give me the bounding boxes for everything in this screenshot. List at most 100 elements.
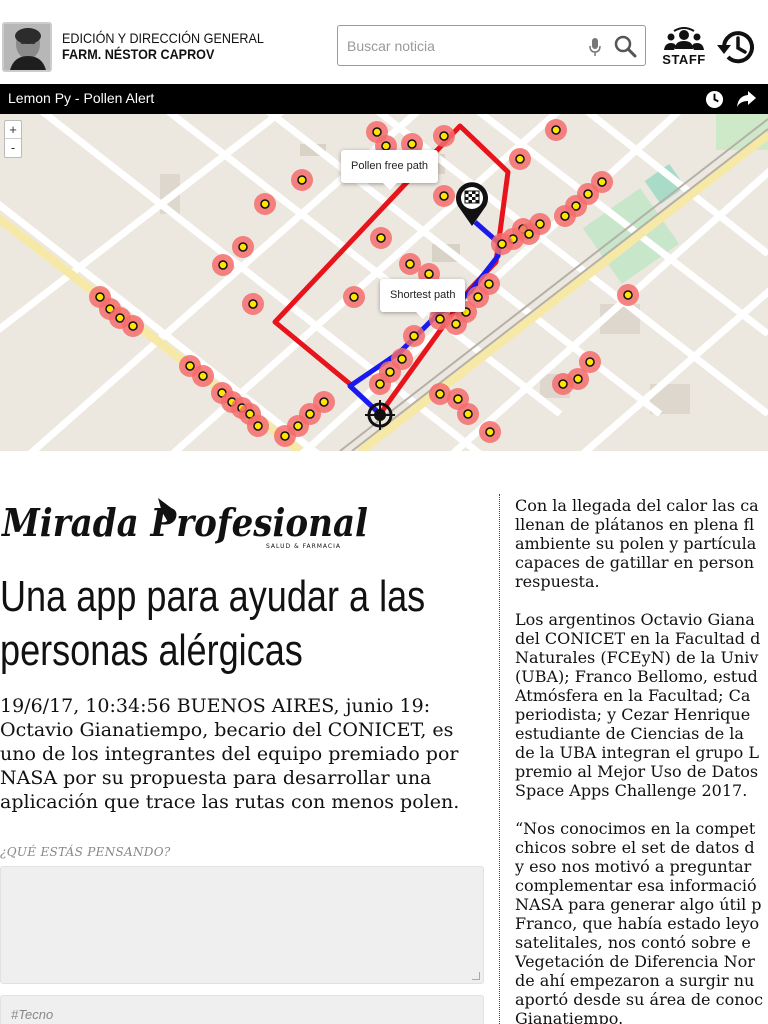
- pollen-marker-core: [305, 409, 315, 419]
- pollen-marker-core: [95, 292, 105, 302]
- article-line: Atmósfera en la Facultad; Ca: [515, 686, 751, 705]
- pollen-marker-core: [515, 154, 525, 164]
- article-body: Con la llegada del calor las ca llenan de…: [515, 496, 768, 1024]
- pollen-marker-core: [253, 421, 263, 431]
- pollen-marker-core: [128, 321, 138, 331]
- article-line: complementar esa informació: [515, 876, 757, 895]
- search-input[interactable]: [347, 35, 577, 57]
- pollen-marker-core: [409, 331, 419, 341]
- pollen-marker-core: [319, 397, 329, 407]
- share-icon[interactable]: [736, 90, 756, 108]
- pollen-marker-core: [297, 175, 307, 185]
- history-icon[interactable]: [716, 27, 758, 67]
- video-title[interactable]: Lemon Py - Pollen Alert: [8, 90, 154, 106]
- article-line: y eso nos motivó a preguntar: [515, 857, 752, 876]
- pollen-marker-core: [485, 427, 495, 437]
- headline-line-2: personas alérgicas: [0, 626, 303, 675]
- article-line: respuesta.: [515, 572, 600, 591]
- pollen-marker-core: [376, 233, 386, 243]
- article-line: Space Apps Challenge 2017.: [515, 781, 748, 800]
- watch-later-icon[interactable]: [705, 90, 724, 109]
- pollen-marker-core: [349, 292, 359, 302]
- pollen-marker-core: [381, 141, 391, 151]
- article-line: ambiente su polen y partícula: [515, 534, 757, 553]
- pollen-marker-core: [484, 279, 494, 289]
- resize-handle[interactable]: [472, 972, 480, 980]
- article-line: Naturales (FCEyN) de la Univ: [515, 648, 759, 667]
- pollen-marker-core: [439, 191, 449, 201]
- staff-icon: [664, 27, 704, 50]
- article-line: Con la llegada del calor las ca: [515, 496, 759, 515]
- article-line: satelitales, nos contó sobre e: [515, 933, 751, 952]
- tag-placeholder: #Tecno: [11, 1007, 54, 1022]
- pollen-marker-core: [497, 239, 507, 249]
- site-header: EDICIÓN Y DIRECCIÓN GENERAL FARM. NÉSTOR…: [0, 0, 768, 84]
- search-box: [337, 25, 646, 66]
- pollen-map[interactable]: + - Pollen free path Shortest path: [0, 114, 768, 451]
- comment-prompt: ¿QUÉ ESTÁS PENSANDO?: [0, 845, 171, 859]
- pollen-marker-core: [407, 139, 417, 149]
- pollen-marker-core: [280, 431, 290, 441]
- pollen-marker-core: [424, 269, 434, 279]
- article-line: Gianatiempo.: [515, 1009, 624, 1024]
- pollen-marker-core: [597, 177, 607, 187]
- article-line: de la UBA integran el grupo L: [515, 743, 760, 762]
- pollen-marker-core: [293, 421, 303, 431]
- headline-line-1: Una app para ayudar a las: [0, 572, 426, 621]
- article-line: Los argentinos Octavio Giana: [515, 610, 755, 629]
- article-line: del CONICET en la Facultad d: [515, 629, 761, 648]
- article-line: Vegetación de Diferencia Nor: [515, 952, 755, 971]
- editor-avatar: [2, 22, 52, 72]
- pollen-marker-core: [473, 292, 483, 302]
- article-line: NASA para generar algo útil p: [515, 895, 762, 914]
- article-line: llenan de plátanos en plena fl: [515, 515, 755, 534]
- pollen-marker-core: [451, 319, 461, 329]
- article-line: premio al Mejor Uso de Datos: [515, 762, 759, 781]
- video-title-bar: Lemon Py - Pollen Alert: [0, 84, 768, 114]
- pollen-marker-core: [375, 379, 385, 389]
- tag-input[interactable]: #Tecno: [0, 995, 484, 1024]
- pollen-marker-core: [385, 367, 395, 377]
- pollen-marker-core: [397, 354, 407, 364]
- article-line: (UBA); Franco Bellomo, estud: [515, 667, 758, 686]
- pollen-marker-core: [372, 127, 382, 137]
- article-line: periodista; y Cezar Henrique: [515, 705, 751, 724]
- article-headline: Una app para ayudar a las personas alérg…: [0, 570, 426, 678]
- destination-marker: [455, 182, 488, 226]
- editor-name: FARM. NÉSTOR CAPROV: [62, 46, 215, 62]
- pollen-marker-core: [558, 379, 568, 389]
- editor-credit: EDICIÓN Y DIRECCIÓN GENERAL FARM. NÉSTOR…: [62, 30, 264, 62]
- staff-button[interactable]: STAFF: [660, 27, 708, 67]
- pollen-marker-core: [218, 260, 228, 270]
- column-divider: [499, 494, 500, 1024]
- pollen-marker-core: [585, 357, 595, 367]
- pollen-marker-core: [198, 371, 208, 381]
- zoom-in-button[interactable]: +: [5, 121, 21, 139]
- zoom-out-button[interactable]: -: [5, 139, 21, 157]
- comment-textarea[interactable]: [0, 866, 484, 984]
- pollen-marker-core: [583, 189, 593, 199]
- pollen-marker-core: [551, 125, 561, 135]
- pollen-marker-core: [560, 211, 570, 221]
- article-line: “Nos conocimos en la compet: [515, 819, 756, 838]
- article-line: capaces de gatillar en person: [515, 553, 755, 572]
- article-line: Franco, que había estado leyo: [515, 914, 760, 933]
- pollen-marker-core: [435, 389, 445, 399]
- pollen-marker-core: [185, 361, 195, 371]
- article-line: chicos sobre el set de datos d: [515, 838, 755, 857]
- microphone-icon[interactable]: [589, 37, 601, 57]
- pollen-marker-core: [524, 229, 534, 239]
- pollen-marker-core: [439, 131, 449, 141]
- mirada-profesional-logo: Mirada Profesional SALUD & FARMACIA: [0, 498, 368, 550]
- article-line: de ahí empezaron a surgir nu: [515, 971, 755, 990]
- pollen-marker-core: [573, 374, 583, 384]
- search-icon[interactable]: [613, 34, 637, 58]
- editor-role: EDICIÓN Y DIRECCIÓN GENERAL: [62, 30, 264, 46]
- shortest-path-tooltip: Shortest path: [380, 279, 466, 319]
- pollen-marker-core: [623, 290, 633, 300]
- map-zoom-control: + -: [4, 120, 22, 158]
- pollen-marker-core: [435, 314, 445, 324]
- pollen-free-path-tooltip: Pollen free path: [341, 150, 439, 190]
- pollen-marker-core: [248, 299, 258, 309]
